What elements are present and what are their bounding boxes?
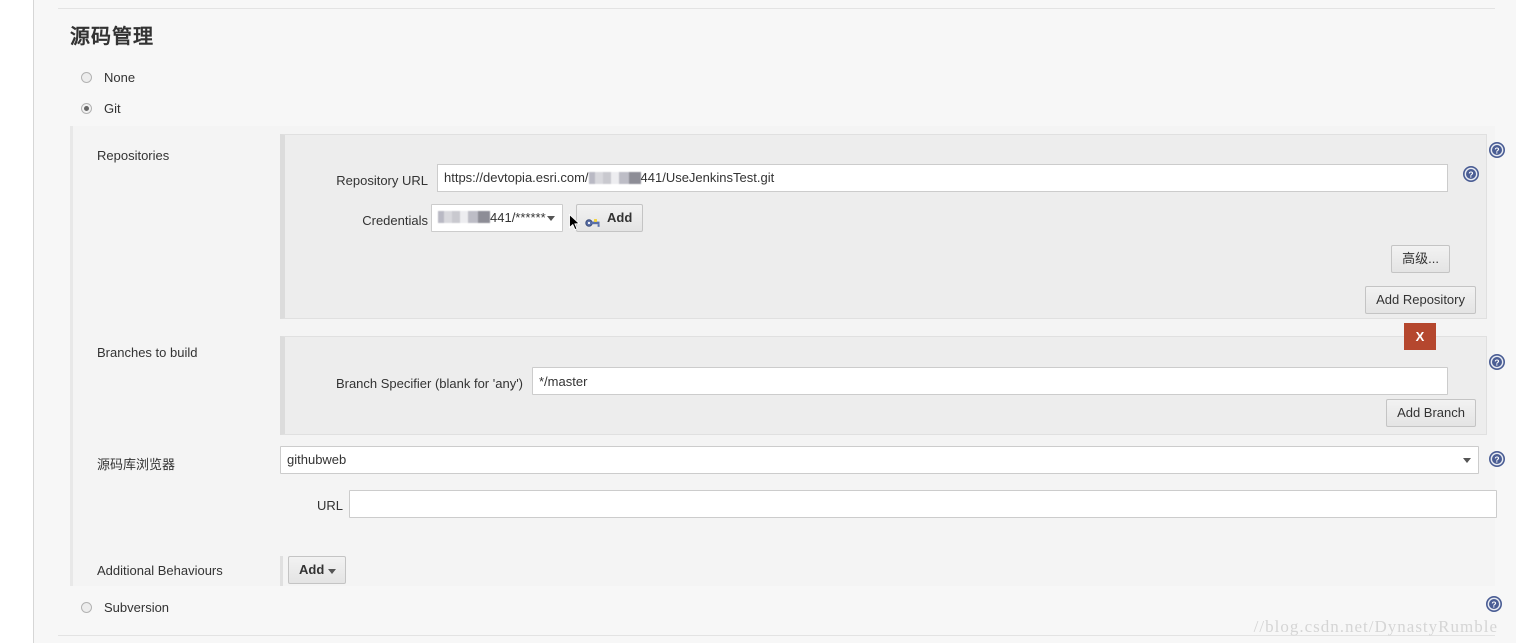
radio-git[interactable] — [81, 103, 92, 114]
redaction-mask-credentials — [438, 211, 490, 223]
redaction-mask — [588, 172, 641, 184]
add-behaviour-button[interactable]: Add — [288, 556, 346, 584]
branches-label: Branches to build — [97, 345, 198, 360]
help-icon-branch-specifier[interactable]: ? — [1489, 354, 1505, 370]
repository-browser-row: 源码库浏览器 githubweb ? URL — [73, 446, 1505, 518]
credentials-label: Credentials — [362, 213, 428, 228]
behaviours-divider — [280, 556, 283, 586]
git-settings-body: Repositories Repository URL https://devt… — [70, 126, 1505, 586]
radio-subversion[interactable] — [81, 602, 92, 613]
svg-text:?: ? — [1494, 358, 1499, 368]
scm-option-git-label: Git — [104, 101, 121, 116]
browser-url-input[interactable] — [349, 490, 1497, 518]
chevron-down-icon-behaviours — [328, 569, 336, 574]
add-repository-button[interactable]: Add Repository — [1365, 286, 1476, 314]
scm-option-git[interactable]: Git — [70, 93, 1495, 124]
add-branch-button[interactable]: Add Branch — [1386, 399, 1476, 427]
help-icon-repository-browser[interactable]: ? — [1489, 451, 1505, 467]
scm-option-none[interactable]: None — [70, 62, 1495, 93]
repositories-label: Repositories — [97, 148, 170, 163]
additional-behaviours-label: Additional Behaviours — [97, 563, 223, 578]
scm-option-subversion-label: Subversion — [104, 600, 170, 615]
credentials-selected-value: 441/****** — [490, 210, 546, 225]
scm-radio-group: None Git — [70, 62, 1495, 124]
svg-text:?: ? — [1494, 146, 1499, 156]
credentials-select[interactable]: 441/****** — [431, 204, 563, 232]
repository-browser-label: 源码库浏览器 — [97, 457, 176, 472]
scm-config-panel: 源码管理 None Git Repositories Repository UR… — [33, 0, 1516, 643]
branch-block: Branch Specifier (blank for 'any') Add B… — [280, 336, 1487, 435]
help-icon-subversion[interactable]: ? — [1486, 596, 1502, 612]
scm-option-none-label: None — [104, 70, 136, 85]
radio-none[interactable] — [81, 72, 92, 83]
additional-behaviours-row: Additional Behaviours Add — [73, 556, 1495, 586]
top-divider — [58, 8, 1495, 9]
key-icon — [585, 212, 601, 238]
watermark: //blog.csdn.net/DynastyRumble — [1253, 617, 1498, 636]
repository-url-suffix: 441/UseJenkinsTest.git — [640, 170, 775, 185]
branch-specifier-input[interactable] — [532, 367, 1448, 395]
repository-browser-selected-value: githubweb — [287, 452, 347, 467]
chevron-down-icon — [547, 216, 555, 221]
delete-branch-button[interactable]: X — [1404, 323, 1436, 350]
repository-block: Repository URL https://devtopia.esri.com… — [280, 134, 1487, 319]
add-credentials-button[interactable]: Add — [576, 204, 644, 232]
browser-url-label: URL — [316, 498, 343, 513]
help-icon-repository-url[interactable]: ? — [1463, 166, 1479, 182]
repository-url-input[interactable]: https://devtopia.esri.com/441/UseJenkins… — [437, 164, 1448, 192]
repository-browser-select[interactable]: githubweb — [280, 446, 1479, 474]
repository-url-prefix: https://devtopia.esri.com/ — [444, 170, 589, 185]
page-title: 源码管理 — [70, 26, 154, 48]
svg-text:?: ? — [1491, 600, 1496, 610]
advanced-button[interactable]: 高级... — [1391, 245, 1450, 273]
chevron-down-icon-browser — [1463, 458, 1471, 463]
add-behaviour-label: Add — [299, 562, 325, 577]
svg-text:?: ? — [1494, 455, 1499, 465]
branches-row: Branches to build Branch Specifier (blan… — [73, 323, 1505, 435]
svg-text:?: ? — [1468, 170, 1473, 180]
help-icon-repositories[interactable]: ? — [1489, 142, 1505, 158]
add-credentials-label: Add — [607, 210, 633, 225]
repository-url-label: Repository URL — [336, 173, 428, 188]
repositories-row: Repositories Repository URL https://devt… — [73, 126, 1505, 319]
branch-specifier-label: Branch Specifier (blank for 'any') — [335, 376, 523, 391]
